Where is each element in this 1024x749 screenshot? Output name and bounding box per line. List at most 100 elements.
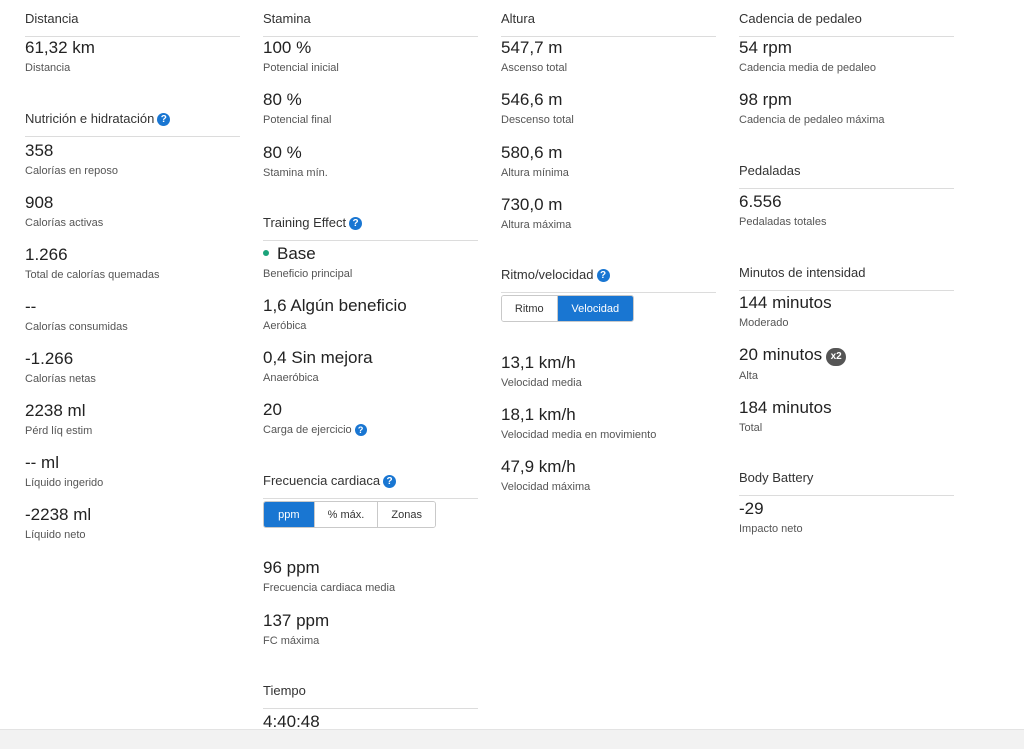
altitude-stat-min: 580,6 m Altura mínima	[501, 143, 569, 180]
cadence-stat-max: 98 rpm Cadencia de pedaleo máxima	[739, 90, 885, 127]
stat-value: 100 %	[263, 38, 312, 57]
stat-label: Calorías activas	[25, 217, 104, 229]
stamina-stat-end: 80 % Potencial final	[263, 90, 332, 127]
stat-label: Descenso total	[501, 114, 574, 126]
training-benefit-value: Base	[263, 244, 352, 264]
stat-label: Calorías netas	[25, 373, 96, 385]
strokes-stat: 6.556 Pedaladas totales	[739, 192, 826, 229]
stat-label: Velocidad media en movimiento	[501, 429, 657, 441]
nutrition-stat-fluid-intake: -- ml Líquido ingerido	[25, 453, 103, 490]
stat-value: 1,6 Algún beneficio	[263, 296, 407, 315]
stat-label: Cadencia media de pedaleo	[739, 62, 876, 74]
pace-speed-toggle: Ritmo Velocidad	[501, 295, 634, 322]
tab-ppm[interactable]: ppm	[264, 502, 315, 527]
stat-value: 13,1 km/h	[501, 353, 576, 372]
stat-value: 54 rpm	[739, 38, 792, 57]
training-effect-header-label: Training Effect	[263, 215, 347, 230]
tab-zones[interactable]: Zonas	[378, 502, 435, 527]
altitude-header-label: Altura	[501, 11, 535, 26]
stat-label: Total de calorías quemadas	[25, 269, 160, 281]
distance-label: Distancia	[25, 62, 71, 74]
stat-value: -- ml	[25, 453, 59, 472]
intensity-header: Minutos de intensidad	[739, 264, 954, 291]
training-benefit-stat: Base Beneficio principal	[263, 244, 352, 281]
help-icon[interactable]: ?	[596, 269, 610, 282]
stat-label: Total	[739, 422, 763, 434]
stat-label: Líquido neto	[25, 529, 86, 541]
tab-speed[interactable]: Velocidad	[557, 296, 633, 321]
speed-stat-moving-avg: 18,1 km/h Velocidad media en movimiento	[501, 405, 656, 442]
strokes-header-label: Pedaladas	[739, 163, 801, 178]
stat-label: Pérd líq estim	[25, 425, 93, 437]
cadence-stat-avg: 54 rpm Cadencia media de pedaleo	[739, 38, 876, 75]
intensity-header-label: Minutos de intensidad	[739, 265, 866, 280]
nutrition-stat-sweat-loss: 2238 ml Pérd líq estim	[25, 401, 92, 438]
help-icon[interactable]: ?	[383, 475, 397, 488]
stat-label: Beneficio principal	[263, 268, 353, 280]
stat-value: 908	[25, 193, 54, 212]
intensity-stat-moderate: 144 minutos Moderado	[739, 293, 832, 330]
body-battery-header-label: Body Battery	[739, 470, 814, 485]
stamina-header-label: Stamina	[263, 11, 311, 26]
nutrition-stat-net: -1.266 Calorías netas	[25, 349, 96, 386]
heart-rate-max-stat: 137 ppm FC máxima	[263, 611, 329, 648]
stat-value: 80 %	[263, 90, 302, 109]
intensity-high-value: 20 minutos x2	[739, 345, 847, 366]
nutrition-stat-net-fluid: -2238 ml Líquido neto	[25, 505, 91, 542]
load-label-text: Carga de ejercicio	[263, 424, 352, 436]
training-load-label: Carga de ejercicio?	[263, 423, 367, 437]
status-dot-icon	[263, 250, 269, 256]
body-battery-header: Body Battery	[739, 469, 954, 496]
cadence-header-label: Cadencia de pedaleo	[739, 11, 862, 26]
stat-label: Líquido ingerido	[25, 477, 104, 489]
help-icon[interactable]: ?	[157, 113, 171, 126]
help-icon[interactable]: ?	[349, 217, 363, 230]
distance-header: Distancia	[25, 10, 240, 37]
stat-value: 80 %	[263, 143, 302, 162]
nutrition-stat-resting: 358 Calorías en reposo	[25, 141, 118, 178]
stat-value: 6.556	[739, 192, 782, 211]
multiplier-badge: x2	[826, 348, 847, 366]
stat-label: Potencial inicial	[263, 62, 339, 74]
stat-label: Calorías en reposo	[25, 165, 118, 177]
speed-stat-max: 47,9 km/h Velocidad máxima	[501, 457, 590, 494]
stat-value: 580,6 m	[501, 143, 563, 162]
stat-value: 98 rpm	[739, 90, 792, 109]
distance-header-label: Distancia	[25, 11, 79, 26]
stat-value: 547,7 m	[501, 38, 563, 57]
stat-label: Velocidad media	[501, 377, 582, 389]
training-anaerobic-stat: 0,4 Sin mejora Anaeróbica	[263, 348, 373, 385]
stat-value: 20	[263, 400, 282, 419]
stat-value: 730,0 m	[501, 195, 563, 214]
stat-value: 47,9 km/h	[501, 457, 576, 476]
stat-value: 184 minutos	[739, 398, 832, 417]
stat-value: 144 minutos	[739, 293, 832, 312]
stamina-header: Stamina	[263, 10, 478, 37]
nutrition-stat-consumed: -- Calorías consumidas	[25, 297, 128, 334]
stat-label: Velocidad máxima	[501, 481, 591, 493]
stat-label: Pedaladas totales	[739, 216, 827, 228]
benefit-text: Base	[277, 244, 316, 263]
stat-label: Calorías consumidas	[25, 321, 128, 333]
cadence-header: Cadencia de pedaleo	[739, 10, 954, 37]
nutrition-header-label: Nutrición e hidratación	[25, 111, 155, 126]
help-icon[interactable]: ?	[354, 424, 367, 436]
training-aerobic-stat: 1,6 Algún beneficio Aeróbica	[263, 296, 407, 333]
stamina-stat-min: 80 % Stamina mín.	[263, 143, 328, 180]
heart-rate-unit-toggle: ppm % máx. Zonas	[263, 501, 436, 528]
speed-stat-avg: 13,1 km/h Velocidad media	[501, 353, 582, 390]
body-battery-stat: -29 Impacto neto	[739, 499, 803, 536]
nutrition-header: Nutrición e hidratación?	[25, 110, 240, 137]
distance-value: 61,32 km	[25, 38, 95, 57]
tab-percent-max[interactable]: % máx.	[314, 502, 379, 527]
stat-label: Altura máxima	[501, 219, 572, 231]
pace-speed-header-label: Ritmo/velocidad	[501, 267, 594, 282]
tab-pace[interactable]: Ritmo	[502, 296, 558, 321]
stamina-stat-start: 100 % Potencial inicial	[263, 38, 339, 75]
stat-label: Stamina mín.	[263, 167, 328, 179]
stat-value: 358	[25, 141, 54, 160]
stat-label: Alta	[739, 370, 758, 382]
stat-label: Anaeróbica	[263, 372, 319, 384]
stat-value: -29	[739, 499, 764, 518]
time-header: Tiempo	[263, 682, 478, 709]
